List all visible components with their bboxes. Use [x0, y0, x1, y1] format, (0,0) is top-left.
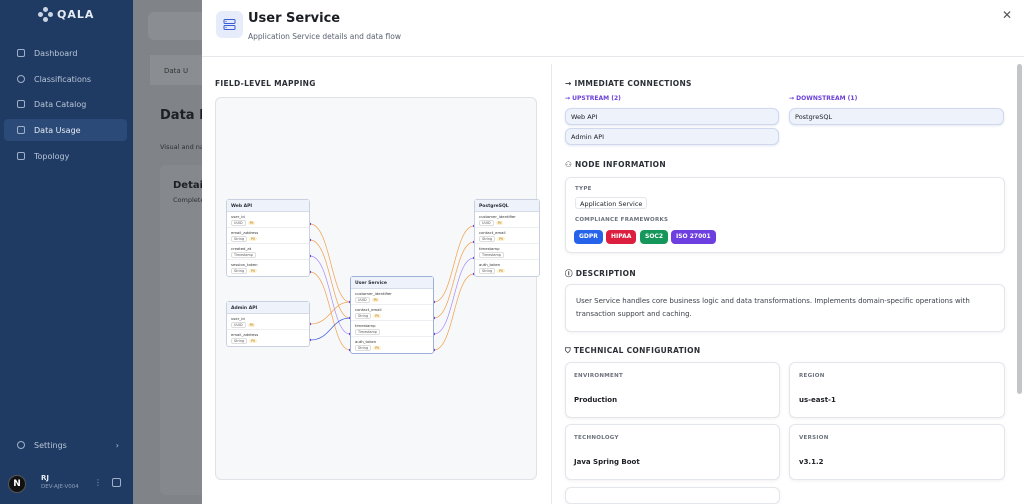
downstream-label: → DOWNSTREAM (1) [789, 95, 858, 102]
grid-icon [17, 49, 25, 57]
user-id: DEV-AJE-V004 [41, 484, 79, 490]
drawer-title: User Service [248, 11, 341, 26]
node-field: user_id UUID PII [227, 314, 309, 330]
version-value: v3.1.2 [799, 458, 824, 466]
description-text: User Service handles core business logic… [576, 297, 970, 318]
type-label: TYPE [575, 186, 592, 192]
user-profile[interactable]: N RJ DEV-AJE-V004 ⋮ [0, 468, 133, 498]
settings-label: Settings [34, 440, 67, 450]
server-icon [216, 11, 243, 38]
sidebar-item-label: Dashboard [34, 48, 78, 58]
mapping-label: FIELD-LEVEL MAPPING [215, 79, 316, 88]
background-card-subtitle: Complete [173, 196, 205, 204]
sidebar-item-data-catalog[interactable]: Data Catalog [4, 93, 127, 115]
version-label: VERSION [799, 435, 829, 441]
collapse-sidebar-icon[interactable] [112, 478, 121, 487]
framework-badge-hipaa: HIPAA [606, 230, 637, 244]
node-field: auth_token String PII [355, 339, 381, 351]
sidebar-item-data-usage[interactable]: Data Usage [4, 119, 127, 141]
node-field: customer_identifier UUID PII [351, 289, 433, 305]
more-vertical-icon[interactable]: ⋮ [94, 478, 102, 487]
shield-icon: ⛉ [565, 346, 574, 355]
config-card [565, 487, 780, 504]
node-field: email_address String PII [231, 332, 259, 344]
user-name: RJ [41, 474, 49, 482]
node-title: PostgreSQL [475, 200, 539, 212]
layers-icon [17, 100, 25, 108]
drawer-subtitle: Application Service details and data flo… [248, 32, 401, 41]
frameworks-label: COMPLIANCE FRAMEWORKS [575, 217, 669, 223]
sidebar-item-classifications[interactable]: Classifications [4, 68, 127, 90]
sidebar-item-label: Classifications [34, 74, 92, 84]
sidebar-item-label: Data Usage [34, 125, 81, 135]
framework-badge-soc2: SOC2 [640, 230, 668, 244]
region-card [789, 362, 1005, 418]
brand-logo[interactable]: QALA [38, 7, 94, 22]
chevron-right-icon: › [115, 440, 119, 450]
sidebar-item-topology[interactable]: Topology [4, 145, 127, 167]
description-header: ⓘ DESCRIPTION [565, 269, 636, 278]
sidebar-item-label: Topology [34, 151, 70, 161]
close-icon[interactable]: ✕ [1002, 8, 1012, 22]
node-field: created_at Timestamp [227, 244, 309, 260]
scrollbar[interactable] [1017, 64, 1022, 394]
environment-value: Production [574, 396, 618, 404]
hierarchy-icon: ⚇ [565, 160, 575, 169]
environment-card [565, 362, 780, 418]
environment-label: ENVIRONMENT [574, 373, 624, 379]
mapping-node-user-service[interactable]: User Service customer_identifier UUID PII … [350, 276, 434, 354]
node-info-header: ⚇ NODE INFORMATION [565, 160, 666, 169]
node-field: customer_identifier UUID PII [475, 212, 539, 228]
background-tab: Data U [150, 55, 202, 85]
node-field: session_token String PII [231, 262, 258, 274]
info-icon: ⓘ [565, 269, 576, 278]
field-mapping-canvas[interactable]: Web API user_id UUID PII email_address Stri… [215, 97, 540, 480]
background-subtitle: Visual and na [160, 143, 204, 151]
technology-value: Java Spring Boot [574, 458, 640, 466]
divider [202, 56, 1024, 57]
upstream-item-web-api[interactable]: Web API [565, 108, 779, 125]
sidebar: QALA Dashboard Classifications Data Cata… [0, 0, 133, 504]
arrow-right-icon: → [565, 79, 575, 88]
framework-badge-iso-27001: ISO 27001 [671, 230, 716, 244]
mapping-node-postgresql[interactable]: PostgreSQL customer_identifier UUID PII co… [474, 199, 540, 277]
connections-header: → IMMEDIATE CONNECTIONS [565, 79, 692, 88]
region-value: us-east-1 [799, 396, 836, 404]
avatar: N [8, 475, 26, 493]
node-field: auth_token String PII [479, 262, 505, 274]
node-field: contact_email String PII [351, 305, 433, 321]
breadcrumb [148, 12, 208, 40]
network-icon [17, 152, 25, 160]
node-title: Web API [227, 200, 309, 212]
sidebar-item-settings[interactable]: Settings › [4, 435, 127, 455]
tag-icon [17, 75, 25, 83]
type-value: Application Service [575, 197, 648, 209]
technology-card [565, 424, 780, 480]
database-icon [17, 126, 25, 134]
mapping-node-web-api[interactable]: Web API user_id UUID PII email_address Stri… [226, 199, 310, 277]
node-field: contact_email String PII [475, 228, 539, 244]
upstream-label: → UPSTREAM (2) [565, 95, 621, 102]
node-field: timestamp Timestamp [351, 321, 433, 337]
node-field: timestamp Timestamp [475, 244, 539, 260]
version-card [789, 424, 1005, 480]
framework-badge-gdpr: GDPR [574, 230, 603, 244]
node-field: user_id UUID PII [227, 212, 309, 228]
upstream-item-admin-api[interactable]: Admin API [565, 128, 779, 145]
node-title: Admin API [227, 302, 309, 314]
sidebar-item-dashboard[interactable]: Dashboard [4, 42, 127, 64]
divider [551, 64, 552, 504]
logo-icon [38, 7, 53, 22]
gear-icon [17, 441, 25, 449]
mapping-node-admin-api[interactable]: Admin API user_id UUID PII email_address St… [226, 301, 310, 347]
node-field: email_address String PII [227, 228, 309, 244]
node-title: User Service [351, 277, 433, 289]
brand-name: QALA [57, 8, 95, 21]
tech-config-header: ⛉ TECHNICAL CONFIGURATION [565, 346, 701, 355]
region-label: REGION [799, 373, 825, 379]
technology-label: TECHNOLOGY [574, 435, 619, 441]
sidebar-item-label: Data Catalog [34, 99, 87, 109]
downstream-item-postgresql[interactable]: PostgreSQL [789, 108, 1004, 125]
